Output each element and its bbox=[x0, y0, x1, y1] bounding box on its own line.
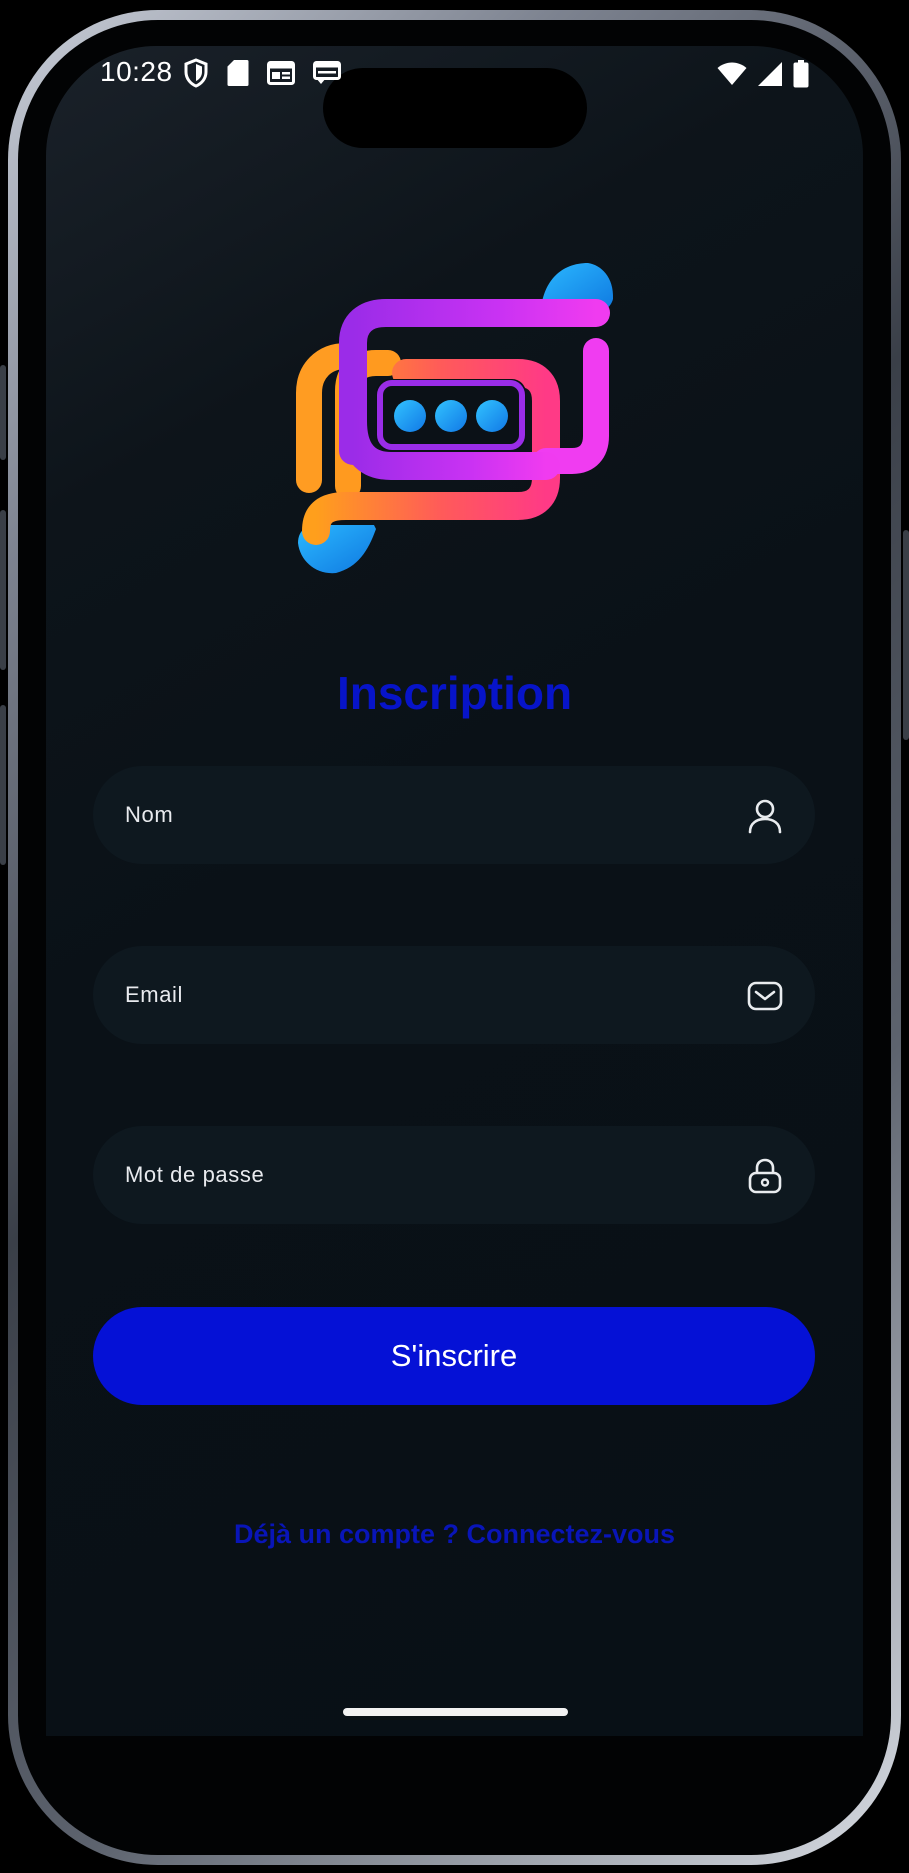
sd-card-icon bbox=[227, 59, 249, 92]
name-field-label: Nom bbox=[125, 802, 174, 827]
login-link[interactable]: Déjà un compte ? Connectez-vous bbox=[46, 1519, 863, 1550]
news-icon bbox=[267, 61, 295, 90]
side-button-left-3 bbox=[0, 705, 6, 865]
status-time: 10:28 bbox=[100, 56, 173, 87]
side-button-left-2 bbox=[0, 510, 6, 670]
status-notifications bbox=[183, 58, 341, 93]
side-button-right bbox=[903, 530, 909, 740]
news-alt-icon bbox=[313, 61, 341, 90]
password-field[interactable]: Mot de passe bbox=[93, 1126, 815, 1224]
app-screen: 10:28 Inscription Nom Email Mot de passe… bbox=[46, 46, 863, 1736]
battery-icon bbox=[793, 60, 809, 93]
status-bar: 10:28 bbox=[100, 52, 809, 100]
page-title: Inscription bbox=[336, 667, 573, 719]
side-button-left bbox=[0, 365, 6, 460]
lock-icon bbox=[747, 1158, 783, 1194]
signup-button[interactable]: S'inscrire bbox=[93, 1307, 815, 1405]
home-indicator[interactable] bbox=[343, 1708, 568, 1716]
signal-icon bbox=[757, 61, 783, 92]
app-logo bbox=[296, 251, 616, 581]
name-field[interactable]: Nom bbox=[93, 766, 815, 864]
wifi-icon bbox=[717, 62, 747, 91]
status-system-icons bbox=[717, 60, 809, 93]
shield-icon bbox=[183, 58, 209, 93]
mail-icon bbox=[747, 978, 783, 1014]
email-field-label: Email bbox=[125, 982, 184, 1007]
email-field[interactable]: Email bbox=[93, 946, 815, 1044]
user-icon bbox=[747, 798, 783, 834]
password-field-label: Mot de passe bbox=[125, 1162, 265, 1187]
